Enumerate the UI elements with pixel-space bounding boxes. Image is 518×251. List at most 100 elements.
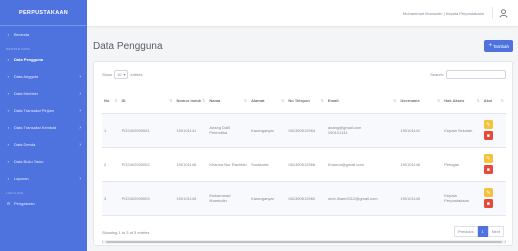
- table-cell: 190101146: [398, 147, 443, 182]
- sidebar-item-laporan[interactable]: ▪ Laporan ›: [0, 170, 87, 187]
- column-header-label: Alamat: [251, 97, 265, 103]
- trash-icon: ■: [486, 200, 490, 207]
- table-cell: Karanganyar: [249, 181, 287, 216]
- sort-icon: ⇅: [476, 97, 480, 103]
- add-user-button[interactable]: + Tambah: [484, 40, 513, 52]
- column-header[interactable]: No Telepon ⇅: [286, 88, 326, 114]
- sidebar-item-data-buku-tamu[interactable]: ▪ Data Buku Tamu: [0, 153, 87, 170]
- pencil-icon: ✎: [486, 121, 491, 128]
- gear-icon: ⚙: [6, 201, 11, 206]
- pencil-icon: ✎: [486, 155, 491, 162]
- sidebar-item-label: Data Anggota: [14, 74, 39, 79]
- next-button[interactable]: Next: [487, 226, 504, 237]
- table-cell: anang@gmail.com 190101141: [325, 113, 399, 148]
- delete-button[interactable]: ■: [483, 131, 493, 140]
- column-header[interactable]: Username ⇅: [398, 88, 443, 114]
- sort-icon: ⇅: [320, 97, 324, 103]
- delete-button[interactable]: ■: [483, 165, 493, 174]
- column-header-label: ID: [121, 97, 126, 103]
- table-cell: Khanna@gmail.com: [325, 147, 399, 182]
- sidebar-item-label: Beranda: [14, 32, 30, 37]
- table-cell: 190101146: [174, 147, 208, 182]
- guestbook-icon: ▪: [7, 159, 10, 164]
- users-icon: ▪: [7, 57, 10, 62]
- chevron-right-icon: ›: [79, 124, 81, 131]
- table-cell: PG2402090003: [119, 181, 175, 216]
- column-header[interactable]: ID ⇅: [119, 88, 175, 114]
- entries-select-value: 10: [117, 72, 122, 77]
- chevron-right-icon: ›: [79, 107, 81, 114]
- table-cell: 081390512968: [286, 147, 326, 182]
- column-header[interactable]: Hak Akses ⇅: [442, 88, 482, 114]
- delete-button[interactable]: ■: [483, 199, 493, 208]
- user-icon: ▪: [7, 74, 10, 79]
- table-cell: Karanganyar: [249, 113, 287, 148]
- user-icon[interactable]: [499, 8, 508, 18]
- chevron-right-icon: ›: [79, 175, 81, 182]
- search-input[interactable]: [446, 70, 506, 79]
- table-row: 3 PG2402090003 190101145 Muhammad Ilhamudin…: [102, 181, 506, 216]
- sidebar-item-pengaturan[interactable]: ⚙ Pengaturan: [0, 195, 87, 212]
- sidebar-item-label: Data Transaksi Kembali: [14, 125, 57, 130]
- sidebar-item-data-denda[interactable]: ▪ Data Denda ›: [0, 136, 87, 153]
- table-row: 2 PG2402090002 190101146 Khanna Nur Rachfah…: [102, 147, 506, 182]
- sidebar-item-data-pengguna[interactable]: ▪ Data Pengguna: [0, 51, 87, 68]
- topbar: Muhammad Ilhamudin | Kepala Perpustakaan: [87, 0, 518, 26]
- sidebar-item-data-transaksi-kembali[interactable]: ▪ Data Transaksi Kembali ›: [0, 119, 87, 136]
- sidebar-item-label: Pengaturan: [14, 201, 35, 206]
- column-header[interactable]: No ⇅: [102, 88, 120, 114]
- horizontal-scrollbar[interactable]: ‹ ›: [102, 239, 506, 244]
- money-icon: ▪: [7, 142, 10, 147]
- scrollbar-thumb[interactable]: [106, 241, 502, 243]
- report-icon: ▪: [7, 176, 10, 181]
- table-cell: Khanna Nur Rachfah: [207, 147, 250, 182]
- sidebar-item-data-member[interactable]: ▪ Data Member ›: [0, 85, 87, 102]
- sidebar-item-label: Data Denda: [14, 142, 36, 147]
- column-header[interactable]: Email ⇅: [325, 88, 399, 114]
- table-info: Showing 1 to 3 of 3 entries: [102, 230, 150, 235]
- edit-button[interactable]: ✎: [483, 120, 493, 129]
- column-header[interactable]: Alamat ⇅: [249, 88, 287, 114]
- table-cell: 1: [102, 113, 120, 148]
- sort-icon: ⇅: [393, 97, 397, 103]
- chevron-down-icon: ▾: [123, 72, 126, 77]
- column-header[interactable]: Aksi ⇅: [481, 88, 506, 114]
- user-name[interactable]: Muhammad Ilhamudin | Kepala Perpustakaan: [403, 11, 484, 16]
- sidebar-item-beranda[interactable]: ▪ Beranda: [0, 26, 87, 43]
- sidebar-item-label: Data Transaksi Pinjam: [14, 108, 55, 113]
- column-header-label: Aksi: [483, 97, 493, 103]
- chevron-right-icon: ›: [79, 73, 81, 80]
- actions-cell: ✎ ■: [481, 113, 506, 148]
- page-title: Data Pengguna: [93, 40, 163, 52]
- table-cell: Kepala Sekolah: [442, 113, 482, 148]
- sidebar-item-data-anggota[interactable]: ▪ Data Anggota ›: [0, 68, 87, 85]
- home-icon: ▪: [7, 32, 10, 37]
- topbar-divider: [492, 7, 493, 19]
- sort-icon: ⇅: [436, 97, 441, 103]
- column-header-label: Email: [327, 97, 339, 103]
- pencil-icon: ✎: [486, 189, 491, 196]
- page-1-button[interactable]: 1: [477, 226, 488, 237]
- column-header-label: No Telepon: [288, 97, 310, 103]
- sort-icon: ⇅: [281, 97, 285, 103]
- scroll-right-icon[interactable]: ›: [505, 239, 506, 244]
- sidebar-item-label: Data Pengguna: [14, 57, 44, 62]
- edit-button[interactable]: ✎: [483, 154, 493, 163]
- table-cell: 190101145: [398, 181, 443, 216]
- scroll-left-icon[interactable]: ‹: [102, 239, 103, 244]
- column-header[interactable]: Nomor Induk ⇅: [174, 88, 208, 114]
- edit-button[interactable]: ✎: [483, 188, 493, 197]
- column-header-label: Nomor Induk: [176, 97, 202, 103]
- table-cell: muh.ilham2012@gmail.com: [325, 181, 399, 216]
- sort-icon: ⇅: [500, 97, 504, 103]
- brand-title[interactable]: PERPUSTAKAAN: [0, 0, 87, 26]
- data-card: Show 10 ▾ entries Search: No ⇅ ID ⇅ Nomor In…: [93, 61, 513, 246]
- sidebar-heading: MASTER DATA: [6, 47, 31, 51]
- previous-button[interactable]: Previous: [453, 226, 478, 237]
- table-cell: 190101141: [174, 113, 208, 148]
- sidebar-item-data-transaksi-pinjam[interactable]: ▪ Data Transaksi Pinjam ›: [0, 102, 87, 119]
- entries-select[interactable]: 10 ▾: [114, 70, 129, 79]
- book-icon: ▪: [7, 125, 10, 130]
- table-cell: 2: [102, 147, 120, 182]
- column-header[interactable]: Nama ⇅: [207, 88, 250, 114]
